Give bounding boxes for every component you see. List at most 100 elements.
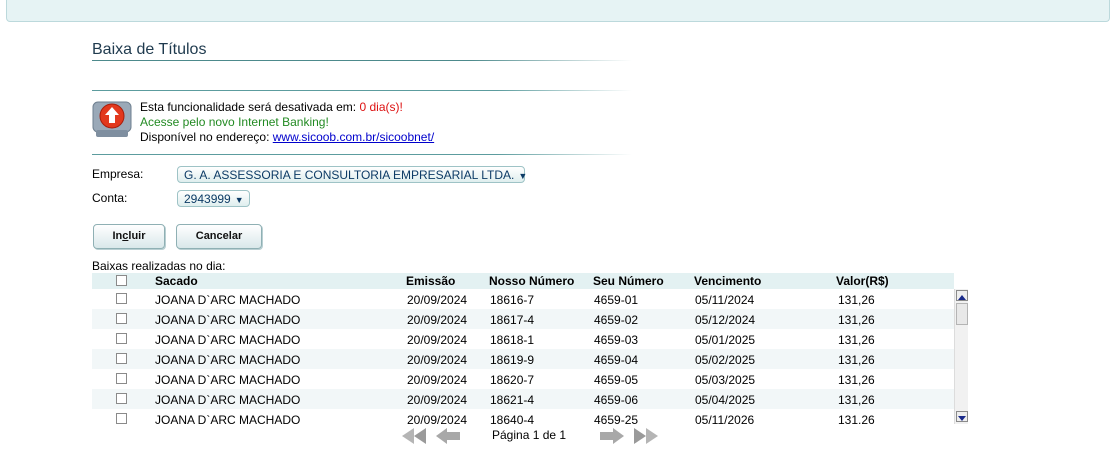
row-checkbox[interactable]	[116, 373, 127, 384]
table-row: JOANA D`ARC MACHADO 20/09/2024 18618-1 4659…	[92, 329, 954, 349]
last-page-icon[interactable]	[631, 427, 659, 445]
first-page-icon[interactable]	[401, 427, 429, 445]
header-emissao: Emissão	[406, 274, 456, 288]
cell-sacado: JOANA D`ARC MACHADO	[155, 413, 301, 424]
cell-seu-numero: 4659-03	[594, 333, 639, 347]
row-checkbox[interactable]	[116, 413, 127, 424]
baixas-table: Sacado Emissão Nosso Número Seu Número V…	[92, 273, 954, 424]
notice-bottom-divider	[92, 154, 632, 155]
cell-sacado: JOANA D`ARC MACHADO	[155, 333, 301, 347]
table-row: JOANA D`ARC MACHADO 20/09/2024 18621-4 4659…	[92, 389, 954, 409]
cell-vencimento: 05/04/2025	[695, 393, 756, 407]
cell-emissao: 20/09/2024	[407, 333, 468, 347]
cell-nosso-numero: 18640-4	[490, 413, 535, 424]
previous-page-icon[interactable]	[435, 427, 461, 445]
cell-sacado: JOANA D`ARC MACHADO	[155, 393, 301, 407]
notice-days: 0 dia(s)!	[359, 100, 403, 114]
notice-line-1: Esta funcionalidade será desativada em: …	[140, 100, 403, 115]
empresa-label: Empresa:	[92, 167, 144, 181]
cell-seu-numero: 4659-05	[594, 373, 639, 387]
notice-address-label: Disponível no endereço:	[140, 130, 273, 144]
cell-seu-numero: 4659-02	[594, 313, 639, 327]
cell-emissao: 20/09/2024	[407, 313, 468, 327]
header-valor: Valor(R$)	[836, 274, 889, 288]
row-checkbox[interactable]	[116, 313, 127, 324]
cell-nosso-numero: 18616-7	[490, 293, 535, 307]
cell-emissao: 20/09/2024	[407, 393, 468, 407]
conta-label: Conta:	[92, 191, 128, 205]
cell-nosso-numero: 18618-1	[490, 333, 535, 347]
table-row: JOANA D`ARC MACHADO 20/09/2024 18620-7 4659…	[92, 369, 954, 389]
cell-nosso-numero: 18621-4	[490, 393, 535, 407]
cell-valor: 131,26	[838, 353, 875, 367]
table-row: JOANA D`ARC MACHADO 20/09/2024 18617-4 4659…	[92, 309, 954, 329]
chevron-down-icon: ▼	[518, 171, 528, 181]
header-sacado: Sacado	[155, 274, 198, 288]
page-title: Baixa de Títulos	[92, 41, 207, 58]
table-row: JOANA D`ARC MACHADO 20/09/2024 18619-9 4659…	[92, 349, 954, 369]
cell-emissao: 20/09/2024	[407, 373, 468, 387]
cell-seu-numero: 4659-25	[594, 413, 639, 424]
cell-vencimento: 05/01/2025	[695, 333, 756, 347]
empresa-value: G. A. ASSESSORIA E CONSULTORIA EMPRESARI…	[184, 168, 515, 182]
incluir-button[interactable]: Incluir	[93, 224, 165, 249]
cell-sacado: JOANA D`ARC MACHADO	[155, 353, 301, 367]
chevron-down-icon: ▼	[234, 195, 244, 205]
sicoobnet-link[interactable]: www.sicoob.com.br/sicoobnet/	[273, 130, 434, 144]
header-nosso-numero: Nosso Número	[489, 274, 575, 288]
baixas-label: Baixas realizadas no dia:	[92, 259, 226, 273]
incluir-label-start: In	[112, 230, 123, 242]
upload-alert-icon	[92, 101, 132, 137]
cell-emissao: 20/09/2024	[407, 293, 468, 307]
select-all-checkbox[interactable]	[116, 275, 127, 286]
next-page-icon[interactable]	[599, 427, 625, 445]
notice-line-3: Disponível no endereço: www.sicoob.com.b…	[140, 130, 434, 145]
header-vencimento: Vencimento	[694, 274, 762, 288]
cell-valor: 131,26	[838, 373, 875, 387]
cell-valor: 131,26	[838, 393, 875, 407]
cell-vencimento: 05/03/2025	[695, 373, 756, 387]
cell-valor: 131,26	[838, 293, 875, 307]
arrow-down-icon	[958, 416, 966, 421]
scroll-down-button[interactable]	[956, 411, 968, 422]
table-header: Sacado Emissão Nosso Número Seu Número V…	[92, 273, 954, 289]
row-checkbox[interactable]	[116, 333, 127, 344]
notice-text: Esta funcionalidade será desativada em:	[140, 100, 360, 114]
cell-nosso-numero: 18617-4	[490, 313, 535, 327]
conta-select[interactable]: 2943999 ▼	[177, 190, 250, 207]
row-checkbox[interactable]	[116, 353, 127, 364]
scroll-thumb[interactable]	[956, 303, 968, 325]
table-row: JOANA D`ARC MACHADO 20/09/2024 18640-4 4659…	[92, 409, 954, 424]
cell-valor: 131,26	[838, 413, 875, 424]
cell-sacado: JOANA D`ARC MACHADO	[155, 313, 301, 327]
cell-vencimento: 05/02/2025	[695, 353, 756, 367]
row-checkbox[interactable]	[116, 293, 127, 304]
conta-value: 2943999	[184, 192, 231, 206]
cell-sacado: JOANA D`ARC MACHADO	[155, 373, 301, 387]
notice-top-divider	[92, 90, 632, 91]
cell-seu-numero: 4659-01	[594, 293, 639, 307]
table-row: JOANA D`ARC MACHADO 20/09/2024 18616-7 4659…	[92, 289, 954, 309]
cell-seu-numero: 4659-04	[594, 353, 639, 367]
empresa-select[interactable]: G. A. ASSESSORIA E CONSULTORIA EMPRESARI…	[177, 166, 528, 183]
title-divider	[92, 60, 632, 61]
cell-emissao: 20/09/2024	[407, 353, 468, 367]
cell-vencimento: 05/12/2024	[695, 313, 756, 327]
header-seu-numero: Seu Número	[593, 274, 664, 288]
notice-line-2: Acesse pelo novo Internet Banking!	[140, 115, 329, 129]
table-scrollbar[interactable]	[954, 289, 968, 424]
cell-sacado: JOANA D`ARC MACHADO	[155, 293, 301, 307]
scroll-up-button[interactable]	[956, 290, 968, 301]
arrow-up-icon	[958, 295, 966, 300]
cell-valor: 131,26	[838, 333, 875, 347]
row-checkbox[interactable]	[116, 393, 127, 404]
cell-vencimento: 05/11/2026	[695, 413, 755, 424]
cell-vencimento: 05/11/2024	[695, 293, 755, 307]
cancelar-button[interactable]: Cancelar	[176, 224, 262, 249]
top-bar	[6, 0, 1110, 22]
cell-emissao: 20/09/2024	[407, 413, 468, 424]
cell-nosso-numero: 18619-9	[490, 353, 535, 367]
incluir-label-end: luir	[128, 230, 146, 242]
pagination-text: Página 1 de 1	[492, 428, 567, 442]
cell-nosso-numero: 18620-7	[490, 373, 535, 387]
